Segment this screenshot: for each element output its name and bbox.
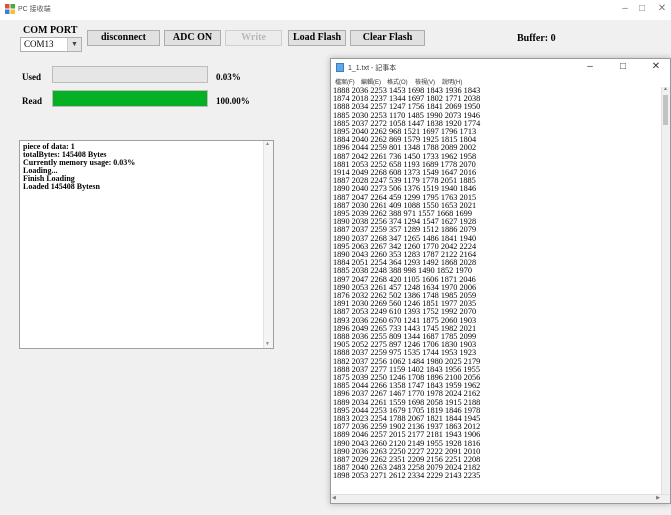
- clear-flash-button[interactable]: Clear Flash: [350, 30, 425, 46]
- scroll-up-icon[interactable]: ▲: [663, 87, 668, 92]
- menu-help[interactable]: 說明(H): [442, 77, 462, 86]
- used-label: Used: [22, 72, 42, 82]
- chevron-down-icon[interactable]: ▼: [67, 38, 81, 51]
- notepad-window[interactable]: 1_1.txt - 記事本 – □ ✕ 檔案(F) 編輯(E) 格式(O) 檢視…: [330, 58, 671, 504]
- load-flash-button[interactable]: Load Flash: [288, 30, 346, 46]
- used-progress-bar: [52, 66, 208, 83]
- menu-file[interactable]: 檔案(F): [335, 77, 355, 86]
- maximize-button[interactable]: □: [635, 3, 649, 14]
- scroll-up-icon[interactable]: ▲: [265, 142, 270, 147]
- buffer-status: Buffer: 0: [517, 33, 556, 44]
- log-line: Loaded 145408 Bytesn: [23, 182, 100, 191]
- notepad-menu-bar: 檔案(F) 編輯(E) 格式(O) 檢視(V) 說明(H): [331, 76, 670, 87]
- notepad-text-area[interactable]: 1888 2036 2253 1453 1698 1843 1936 1843 1…: [331, 87, 663, 503]
- read-progress-fill: [53, 91, 207, 106]
- scroll-right-icon[interactable]: ▶: [656, 495, 660, 501]
- scroll-down-icon[interactable]: ▼: [265, 342, 270, 347]
- app-title: PC 接收端: [18, 6, 51, 13]
- notepad-close-button[interactable]: ✕: [649, 61, 663, 72]
- notepad-icon: [336, 63, 344, 72]
- menu-view[interactable]: 檢視(V): [415, 77, 435, 86]
- com-port-value: COM13: [24, 39, 54, 49]
- log-textbox[interactable]: piece of data: 1 totalBytes: 145408 Byte…: [19, 140, 274, 349]
- com-port-label: COM PORT: [23, 25, 78, 36]
- app-icon: [5, 4, 15, 14]
- scroll-thumb[interactable]: [663, 95, 668, 125]
- notepad-title-bar: 1_1.txt - 記事本 – □ ✕: [331, 59, 670, 76]
- minimize-button[interactable]: –: [618, 3, 632, 14]
- notepad-vertical-scrollbar[interactable]: ▲: [661, 87, 670, 497]
- notepad-maximize-button[interactable]: □: [616, 61, 630, 72]
- menu-edit[interactable]: 編輯(E): [361, 77, 381, 86]
- read-label: Read: [22, 96, 42, 106]
- used-percent: 0.03%: [216, 72, 241, 82]
- close-button[interactable]: ✕: [655, 3, 669, 14]
- read-progress-bar: [52, 90, 208, 107]
- com-port-select[interactable]: COM13 ▼: [20, 37, 82, 52]
- log-scrollbar[interactable]: ▲ ▼: [263, 141, 273, 348]
- menu-format[interactable]: 格式(O): [387, 77, 408, 86]
- app-title-bar: PC 接收端 – □ ✕: [0, 0, 671, 20]
- write-button[interactable]: Write: [225, 30, 282, 46]
- scroll-left-icon[interactable]: ◀: [332, 495, 336, 501]
- adc-on-button[interactable]: ADC ON: [164, 30, 221, 46]
- notepad-title: 1_1.txt - 記事本: [348, 65, 397, 72]
- read-percent: 100.00%: [216, 96, 250, 106]
- notepad-horizontal-scrollbar[interactable]: ◀ ▶: [331, 494, 670, 503]
- notepad-text-line: 1898 2053 2271 2612 2334 2229 2143 2235: [333, 471, 481, 481]
- disconnect-button[interactable]: disconnect: [87, 30, 160, 46]
- notepad-minimize-button[interactable]: –: [583, 61, 597, 72]
